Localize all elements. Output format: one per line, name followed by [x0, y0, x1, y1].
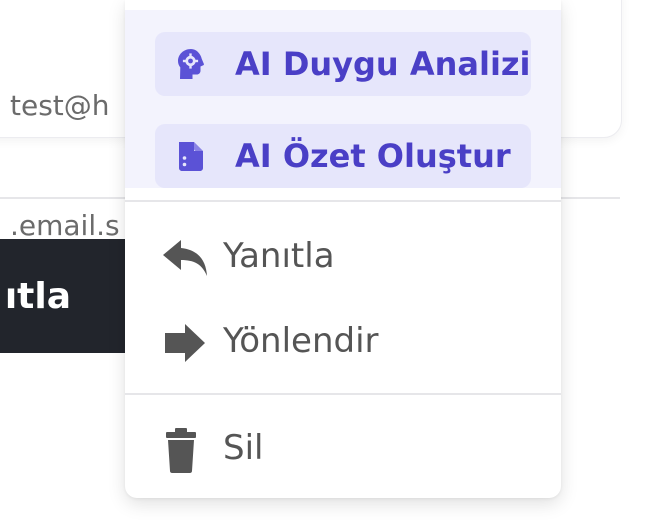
ai-actions-section: AI Duygu Analizi AI Özet Oluştur — [125, 10, 561, 188]
reply-icon — [161, 234, 209, 282]
brain-gear-icon — [173, 46, 209, 82]
reply-menu-item[interactable]: Yanıtla — [125, 218, 561, 294]
trash-icon — [161, 426, 209, 474]
ai-sentiment-analysis-label: AI Duygu Analizi — [235, 45, 531, 83]
reply-label: Yanıtla — [223, 236, 335, 276]
delete-label: Sil — [223, 428, 264, 468]
ai-summary-item[interactable]: AI Özet Oluştur — [155, 124, 531, 188]
forward-menu-item[interactable]: Yönlendir — [125, 303, 561, 379]
document-icon — [173, 138, 209, 174]
menu-divider — [125, 200, 561, 202]
menu-divider — [125, 393, 561, 395]
forward-arrow-icon — [161, 319, 209, 367]
forward-label: Yönlendir — [223, 321, 379, 361]
reply-button-label: ıtla — [4, 276, 71, 317]
actions-dropdown-menu: AI Duygu Analizi AI Özet Oluştur Yanıtla — [125, 0, 561, 498]
ai-sentiment-analysis-item[interactable]: AI Duygu Analizi — [155, 32, 531, 96]
delete-menu-item[interactable]: Sil — [125, 410, 561, 486]
sender-email-line-1: test@h — [10, 89, 110, 122]
ai-summary-label: AI Özet Oluştur — [235, 137, 511, 175]
